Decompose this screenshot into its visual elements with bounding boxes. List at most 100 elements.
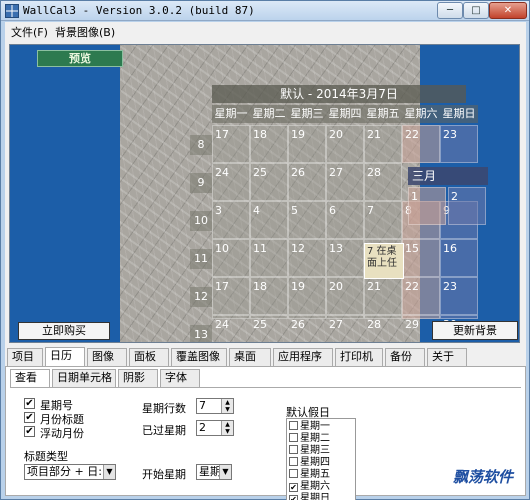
holiday-item[interactable]: 星期五 [289,469,330,480]
checkbox[interactable]: ✔ [24,412,35,423]
holidays-list: 星期一 星期二 星期三 星期四 星期五 ✔ 星期六 ✔ 星期日 [286,418,356,500]
day-cell: 5 [288,201,326,239]
tab-9[interactable]: 关于 [427,348,467,366]
week-rows-value: 7 [199,399,206,412]
day-cell: 27 [326,163,364,201]
holiday-item[interactable]: ✔ 星期日 [289,493,330,500]
day-cell: 10 [212,239,250,277]
day-cell: 17 [212,277,250,315]
day-cell: 28 [364,163,402,201]
week-rows-label: 星期行数 [142,402,186,415]
tab-3[interactable]: 面板 [129,348,169,366]
window-title: WallCal3 - Version 3.0.2 (build 87) [23,4,255,17]
holiday-checkbox[interactable] [289,445,298,454]
tab-2[interactable]: 图像 [87,348,127,366]
weekday-header: 星期二 [250,105,288,123]
holiday-checkbox[interactable] [289,469,298,478]
week-number: 13 [190,325,212,342]
week-number: 10 [190,211,212,231]
title-type-value: 项目部分 + 日: [27,465,102,478]
day-cell: 23 [440,125,478,163]
holiday-item[interactable]: 星期三 [289,445,330,456]
past-weeks-spinner[interactable]: 2 ▲ ▼ [196,420,234,436]
calendar-march: 三月 12 [408,167,488,317]
week-number: 8 [190,135,212,155]
tab-5[interactable]: 桌面 [229,348,271,366]
client-area: 文件(F) 背景图像(B) 预览 默认 - 2014年3月7日 星期一 星期二 星期… [5,22,526,500]
day-cell: 17 [212,125,250,163]
subtab-1[interactable]: 日期单元格 [52,369,116,387]
march-day-cell: 2 [448,187,486,225]
menu-background-image[interactable]: 背景图像(B) [55,24,115,40]
checkbox[interactable]: ✔ [24,398,35,409]
day-cell: 12 [288,239,326,277]
weekday-header: 星期一 [212,105,250,123]
close-button[interactable]: ✕ [489,2,527,19]
menu-bar: 文件(F) 背景图像(B) [5,22,526,40]
weekday-header: 星期六 [402,105,440,123]
holiday-item[interactable]: ✔ 星期六 [289,481,330,492]
title-bar[interactable]: WallCal3 - Version 3.0.2 (build 87) ─ □ … [1,1,529,21]
tab-1[interactable]: 日历 [45,347,85,367]
tab-4[interactable]: 覆盖图像 [171,348,227,366]
day-cell: 4 [250,201,288,239]
holiday-label: 星期五 [300,469,330,480]
day-cell: 28 [364,315,402,331]
title-type-label: 标题类型 [24,450,68,463]
buy-now-button[interactable]: 立即购买 [18,322,110,340]
holiday-checkbox[interactable]: ✔ [289,483,298,492]
update-background-button[interactable]: 更新背景 [432,321,518,340]
view-panel: ✔ 星期号 ✔ 月份标题 ✔ 浮动月份 标题类型 项目部分 + 日: ▼ 星期行数 7 ▲… [10,387,521,500]
march-title: 三月 [408,167,488,185]
day-cell: 18 [250,125,288,163]
spinner-arrows-icon[interactable]: ▲ ▼ [221,421,233,435]
app-icon [5,4,19,18]
holiday-checkbox[interactable] [289,457,298,466]
checkbox-label: 浮动月份 [40,427,84,440]
day-cell: 18 [250,277,288,315]
day-cell: 21 [364,125,402,163]
preview-panel: 预览 默认 - 2014年3月7日 星期一 星期二 星期三 星期四 星期五 星期六 星期日 … [9,44,520,343]
start-week-select[interactable]: 星期 ▼ [196,464,232,480]
holiday-label: 星期四 [300,457,330,468]
holiday-checkbox[interactable]: ✔ [289,495,298,500]
day-cell: 26 [288,315,326,331]
holiday-item[interactable]: 星期四 [289,457,330,468]
day-cell: 21 [364,277,402,315]
watermark-logo: 飘荡软件 [452,468,513,486]
week-rows-spinner[interactable]: 7 ▲ ▼ [196,398,234,414]
tab-8[interactable]: 备份 [385,348,425,366]
subtab-2[interactable]: 阴影 [118,369,158,387]
day-cell: 25 [250,315,288,331]
day-cell: 24 [212,163,250,201]
subtab-0[interactable]: 查看 [10,369,50,387]
tab-0[interactable]: 项目 [7,348,43,366]
preview-label: 预览 [37,50,123,67]
holiday-label: 星期六 [300,481,330,492]
day-cell: 27 [326,315,364,331]
weekday-header: 星期五 [364,105,402,123]
holiday-item[interactable]: 星期二 [289,433,330,444]
calendar-tab-panel: 查看 日期单元格 阴影 字体 ✔ 星期号 ✔ 月份标题 ✔ 浮动月份 标题类型 项目部分 + 日… [5,366,526,500]
holiday-checkbox[interactable] [289,433,298,442]
minimize-button[interactable]: ─ [437,2,463,19]
tab-7[interactable]: 打印机 [335,348,383,366]
tab-6[interactable]: 应用程序 [273,348,333,366]
menu-file[interactable]: 文件(F) [11,24,48,40]
weekday-header: 星期日 [440,105,478,123]
subtab-3[interactable]: 字体 [160,369,200,387]
today-note: 7 在桌面上任 [364,243,404,279]
holiday-label: 星期一 [300,421,330,432]
day-cell: 7 [364,201,402,239]
title-type-select[interactable]: 项目部分 + 日: ▼ [24,464,116,480]
past-weeks-label: 已过星期 [142,424,186,437]
main-tabs: 项目 日历 图像 面板 覆盖图像 桌面 应用程序 打印机 备份 关于 [5,347,526,367]
maximize-button[interactable]: □ [463,2,489,19]
spinner-arrows-icon[interactable]: ▲ ▼ [221,399,233,413]
checkbox[interactable]: ✔ [24,426,35,437]
holiday-item[interactable]: 星期一 [289,421,330,432]
week-number: 9 [190,173,212,193]
day-cell: 25 [250,163,288,201]
holiday-checkbox[interactable] [289,421,298,430]
day-cell: 11 [250,239,288,277]
